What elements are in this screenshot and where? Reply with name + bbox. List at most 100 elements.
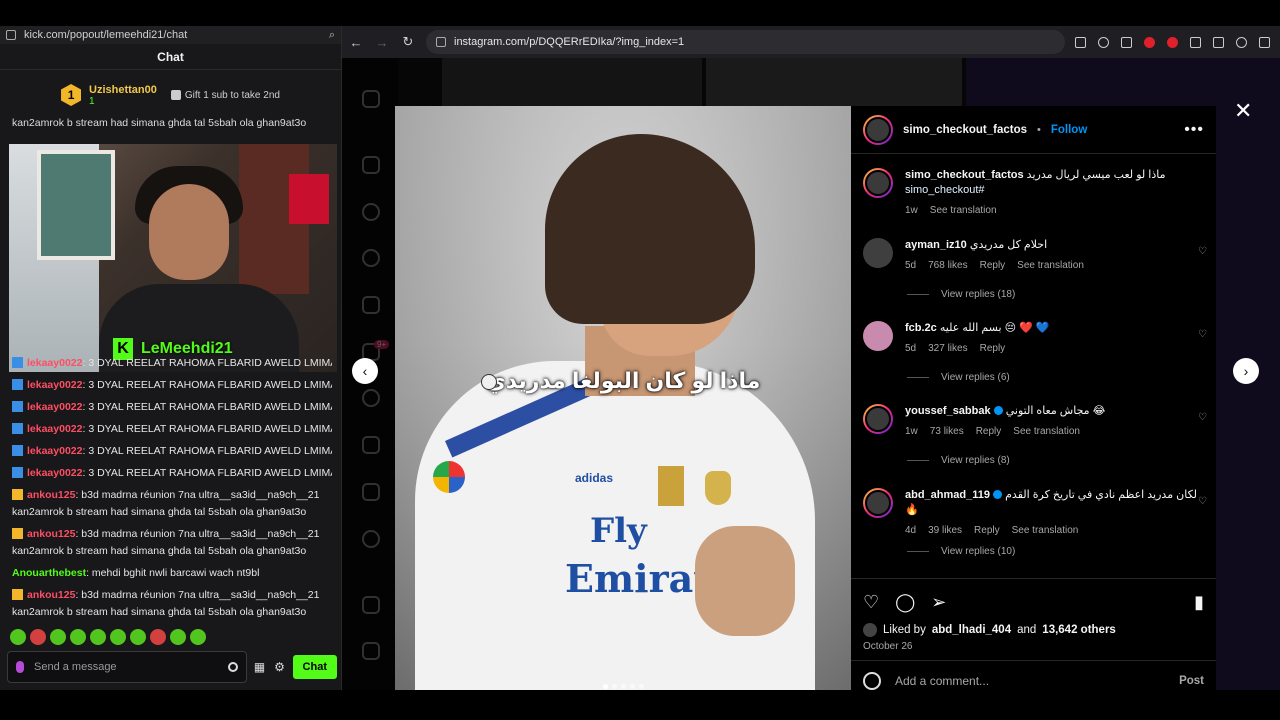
reply-button[interactable]: Reply (974, 523, 1000, 538)
save-bookmark-icon[interactable]: ▮ (1194, 592, 1204, 613)
address-bar[interactable]: instagram.com/p/DQQERrEDIka/?img_index=1 (426, 30, 1065, 54)
commenter-avatar[interactable] (863, 404, 893, 434)
liked-by-user[interactable]: abd_lhadi_404 (932, 624, 1011, 636)
extension-icon[interactable] (1144, 36, 1155, 48)
see-translation-link[interactable]: See translation (930, 203, 997, 218)
zoom-icon[interactable]: ⌕ (329, 29, 335, 42)
puzzle-icon[interactable] (1190, 36, 1201, 48)
liked-by-others[interactable]: 13,642 others (1042, 624, 1116, 636)
reply-button[interactable]: Reply (976, 424, 1002, 439)
back-button[interactable]: ← (348, 35, 364, 50)
like-comment-heart-icon[interactable]: ♡ (1198, 412, 1208, 423)
view-replies-button[interactable]: View replies (10) (907, 546, 1208, 557)
send-chat-button[interactable]: Chat (292, 655, 337, 679)
emote-icon[interactable] (130, 629, 146, 645)
gift-sub-cta[interactable]: Gift 1 sub to take 2nd (170, 90, 280, 101)
more-options-icon[interactable]: ••• (1184, 121, 1204, 139)
chat-username[interactable]: lekaay0022 (27, 379, 82, 391)
emoji-icon[interactable] (863, 671, 881, 690)
comments-list: simo_checkout_factos ماذا لو لعب ميسي لر… (851, 154, 1216, 578)
browser-toolbar: ← → ↻ instagram.com/p/DQQERrEDIka/?img_i… (342, 26, 1280, 58)
view-replies-button[interactable]: View replies (18) (907, 289, 1208, 300)
emote-icon[interactable] (150, 629, 166, 645)
reply-button[interactable]: Reply (980, 258, 1006, 273)
chat-message-input[interactable]: Send a message (7, 651, 247, 683)
reload-button[interactable]: ↻ (400, 34, 416, 50)
emote-icon[interactable] (110, 629, 126, 645)
site-settings-icon[interactable] (436, 37, 446, 47)
author-avatar[interactable] (863, 114, 893, 145)
top-gifter-name[interactable]: Uzishettan00 (89, 84, 157, 96)
menu-icon[interactable] (1259, 36, 1270, 48)
emote-icon[interactable] (70, 629, 86, 645)
comment-username[interactable]: ayman_iz10 (905, 239, 967, 251)
chat-username[interactable]: Anouarthebest (12, 567, 86, 579)
mic-icon[interactable] (16, 661, 24, 673)
chat-username[interactable]: lekaay0022 (27, 445, 82, 457)
emote-icon[interactable] (10, 629, 26, 645)
emote-icon[interactable] (190, 629, 206, 645)
commenter-avatar[interactable] (863, 321, 893, 351)
chat-text: : mehdi bghit nwli barcawi wach nt9bl (86, 567, 260, 579)
see-translation-link[interactable]: See translation (1013, 424, 1080, 439)
bookmark-star-icon[interactable] (1121, 36, 1132, 48)
comment-likes[interactable]: 768 likes (928, 258, 967, 273)
reply-button[interactable]: Reply (980, 341, 1006, 356)
chat-username[interactable]: ankou125 (27, 589, 75, 601)
chat-username[interactable]: lekaay0022 (27, 401, 82, 413)
liker-avatar[interactable] (863, 623, 877, 637)
post-comment-button[interactable]: Post (1179, 675, 1204, 687)
prev-post-button[interactable]: ‹ (352, 358, 378, 384)
like-comment-heart-icon[interactable]: ♡ (1198, 246, 1208, 257)
author-username[interactable]: simo_checkout_factos (903, 124, 1027, 136)
comment-username[interactable]: fcb.2c (905, 322, 937, 334)
see-translation-link[interactable]: See translation (1017, 258, 1084, 273)
like-heart-icon[interactable]: ♡ (863, 592, 879, 613)
caption-text: ماذا لو لعب ميسي لريال مدريد (1026, 169, 1166, 181)
forward-button[interactable]: → (374, 35, 390, 50)
chat-username[interactable]: ankou125 (27, 489, 75, 501)
comment-likes[interactable]: 39 likes (928, 523, 962, 538)
commenter-avatar[interactable] (863, 488, 893, 518)
install-icon[interactable] (1075, 36, 1086, 48)
add-comment-input[interactable]: Add a comment... (895, 674, 1165, 688)
adblock-icon[interactable] (1167, 36, 1178, 48)
comment-bubble-icon[interactable]: ◯ (895, 592, 915, 613)
close-icon[interactable]: ✕ (1234, 100, 1252, 122)
chat-username[interactable]: lekaay0022 (27, 467, 82, 479)
next-post-button[interactable]: › (1233, 358, 1259, 384)
profile-icon[interactable] (1236, 36, 1247, 48)
pinned-area: kan2amrok b stream had simana ghda tal 5… (0, 116, 341, 131)
like-comment-heart-icon[interactable]: ♡ (1198, 496, 1208, 507)
follow-button[interactable]: Follow (1051, 124, 1087, 136)
emoji-picker-icon[interactable] (227, 662, 238, 672)
comment-likes[interactable]: 73 likes (930, 424, 964, 439)
emote-icon[interactable] (30, 629, 46, 645)
comment-username[interactable]: youssef_sabbak (905, 405, 991, 417)
store-icon[interactable]: ▦ (253, 660, 267, 674)
chat-username[interactable]: ankou125 (27, 528, 75, 540)
comment-username[interactable]: abd_ahmad_119 (905, 489, 990, 501)
view-replies-button[interactable]: View replies (6) (907, 372, 1208, 383)
media-icon[interactable] (1213, 36, 1224, 48)
see-translation-link[interactable]: See translation (1012, 523, 1079, 538)
comment-likes[interactable]: 327 likes (928, 341, 967, 356)
gear-icon[interactable]: ⚙ (273, 660, 287, 674)
share-send-icon[interactable]: ➢ (931, 592, 946, 613)
liked-by-and: and (1017, 624, 1037, 636)
like-comment-heart-icon[interactable]: ♡ (1198, 329, 1208, 340)
chat-username[interactable]: lekaay0022 (27, 423, 82, 435)
site-info-icon[interactable] (6, 30, 16, 40)
author-avatar[interactable] (863, 168, 893, 198)
chat-username[interactable]: lekaay0022 (27, 357, 82, 369)
caption-username[interactable]: simo_checkout_factos (905, 169, 1024, 181)
emote-icon[interactable] (50, 629, 66, 645)
chat-popout-urlbar[interactable]: kick.com/popout/lemeehdi21/chat ⌕ (0, 26, 341, 44)
caption-hashtag[interactable]: simo_checkout# (905, 184, 985, 196)
emote-icon[interactable] (170, 629, 186, 645)
post-image[interactable]: adidas Fly Emirates ماذا لو كان البولغا … (395, 106, 851, 690)
commenter-avatar[interactable] (863, 238, 893, 268)
emote-icon[interactable] (90, 629, 106, 645)
zoom-icon[interactable] (1098, 36, 1109, 48)
view-replies-button[interactable]: View replies (8) (907, 455, 1208, 466)
